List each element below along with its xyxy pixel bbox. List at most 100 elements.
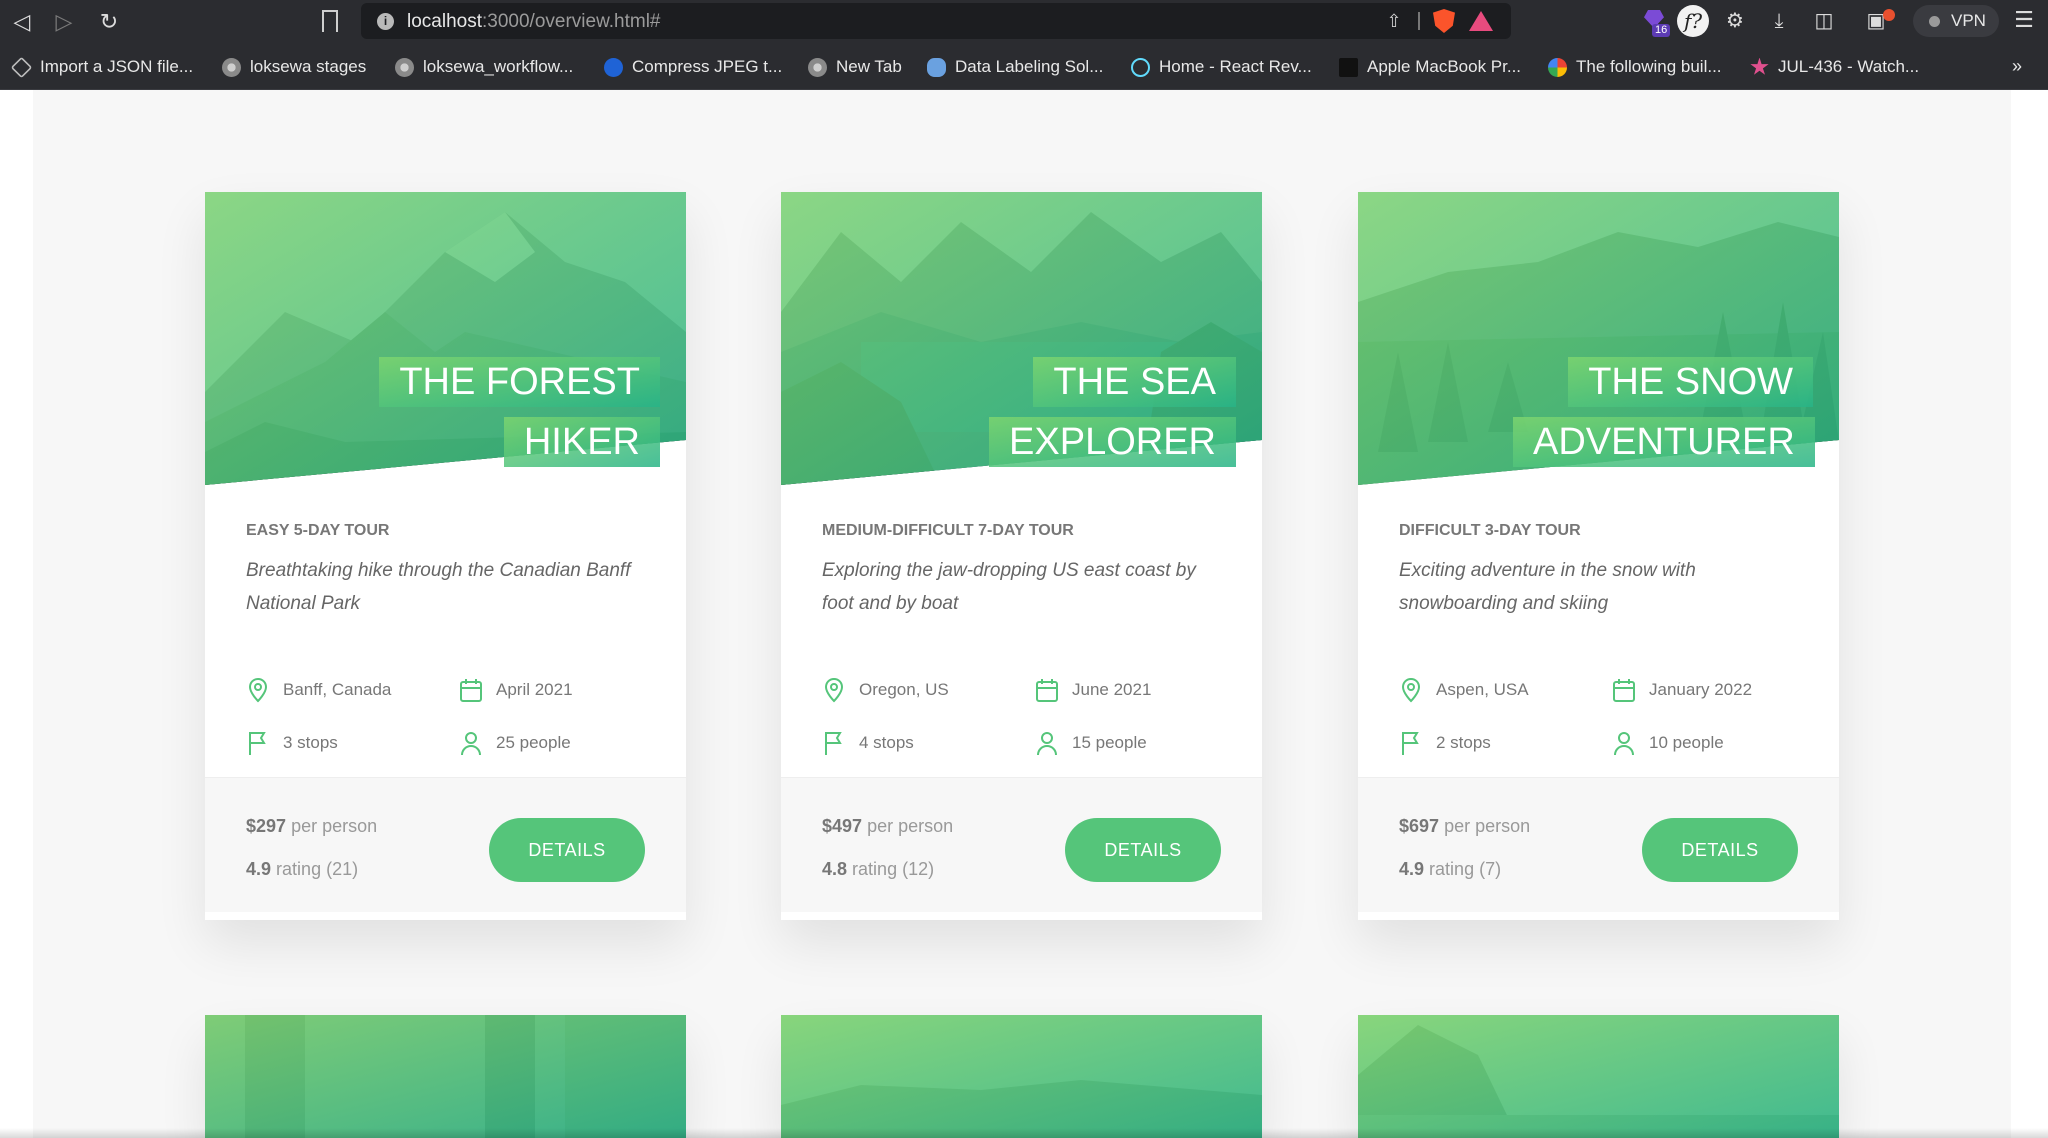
downloads-icon[interactable]: ⤓ — [1764, 6, 1794, 36]
tour-card-footer: $497 per person 4.8 rating (12) DETAILS — [781, 777, 1262, 912]
bookmarks-bar: Import a JSON file... loksewa stages lok… — [0, 44, 2048, 90]
page-margin — [2011, 90, 2048, 1138]
tour-date: January 2022 — [1612, 677, 1819, 703]
divider — [1418, 12, 1420, 30]
tour-date: April 2021 — [459, 677, 666, 703]
tour-location: Oregon, US — [822, 677, 1035, 703]
details-button[interactable]: DETAILS — [1065, 818, 1221, 882]
tour-subheading: EASY 5-DAY TOUR — [246, 522, 390, 539]
user-icon — [1614, 732, 1634, 756]
tour-price: $697 per person — [1399, 816, 1531, 836]
tour-info-grid: Banff, Canada April 2021 3 stops 25 peop… — [246, 677, 666, 756]
extension-formula-icon[interactable]: f? — [1677, 5, 1709, 37]
bookmark-item[interactable]: The following buil... — [1548, 44, 1722, 90]
reload-button[interactable]: ↻ — [95, 8, 123, 36]
details-button[interactable]: DETAILS — [489, 818, 645, 882]
flag-icon — [825, 732, 842, 755]
bookmark-page-icon[interactable] — [322, 10, 338, 32]
menu-icon[interactable]: ☰ — [2012, 8, 2036, 32]
bookmarks-overflow-button[interactable]: » — [2012, 56, 2022, 77]
calendar-icon — [1613, 679, 1635, 702]
tour-card: THE SEA EXPLORER MEDIUM-DIFFICULT 7-DAY T… — [781, 192, 1262, 920]
tour-card-details: EASY 5-DAY TOUR Breathtaking hike throug… — [246, 522, 646, 756]
details-button[interactable]: DETAILS — [1642, 818, 1798, 882]
bookmark-item[interactable]: Apple MacBook Pr... — [1339, 44, 1521, 90]
box-icon — [10, 56, 33, 78]
cloud-icon — [927, 57, 946, 77]
tour-rating: 4.9 rating (21) — [246, 859, 359, 879]
extensions-puzzle-icon[interactable]: ⚙ — [1720, 6, 1750, 36]
map-pin-icon — [1401, 677, 1421, 703]
vpn-status-icon — [1929, 16, 1940, 27]
notification-dot — [1883, 9, 1895, 21]
tour-rating: 4.8 rating (12) — [822, 859, 935, 879]
tour-stops: 2 stops — [1399, 730, 1612, 756]
jira-icon — [1750, 57, 1769, 75]
scroll-shadow — [0, 1128, 2048, 1138]
bookmark-item[interactable]: Home - React Rev... — [1131, 44, 1312, 90]
vpn-button[interactable]: VPN — [1913, 5, 1999, 37]
tour-description: Breathtaking hike through the Canadian B… — [246, 560, 631, 614]
google-icon — [1548, 57, 1567, 77]
tour-location: Aspen, USA — [1399, 677, 1612, 703]
tour-description: Exploring the jaw-dropping US east coast… — [822, 560, 1196, 614]
flag-icon — [249, 732, 266, 755]
tour-card-heading: THE SEA EXPLORER — [936, 352, 1236, 472]
sidebar-toggle-icon[interactable]: ◫ — [1809, 6, 1839, 36]
bookmark-item[interactable]: loksewa stages — [222, 44, 366, 90]
tour-location: Banff, Canada — [246, 677, 459, 703]
tour-price: $497 per person — [822, 816, 954, 836]
url-text[interactable]: localhost:3000/overview.html# — [407, 11, 661, 33]
site-info-icon[interactable]: i — [377, 13, 394, 30]
share-icon[interactable]: ⇧ — [1383, 10, 1405, 32]
react-icon — [1131, 57, 1150, 77]
calendar-icon — [460, 679, 482, 702]
tour-rating: 4.9 rating (7) — [1399, 859, 1502, 879]
tour-card-picture-peek — [781, 1015, 1262, 1138]
flag-icon — [1402, 732, 1419, 755]
tour-card: THE SNOW ADVENTURER DIFFICULT 3-DAY TOUR … — [1358, 192, 1839, 920]
tour-price: $297 per person — [246, 816, 378, 836]
bookmark-item[interactable]: Compress JPEG t... — [604, 44, 782, 90]
bookmark-item[interactable]: Import a JSON file... — [10, 44, 193, 90]
globe-icon — [395, 57, 414, 77]
tour-card-footer: $697 per person 4.9 rating (7) DETAILS — [1358, 777, 1839, 912]
brave-shields-icon[interactable] — [1433, 9, 1455, 33]
tour-card-heading: THE SNOW ADVENTURER — [1513, 352, 1815, 472]
store-icon — [1339, 57, 1358, 77]
tour-info-grid: Aspen, USA January 2022 2 stops 10 peopl… — [1399, 677, 1819, 756]
tour-stops: 4 stops — [822, 730, 1035, 756]
tour-group-size: 10 people — [1612, 730, 1819, 756]
back-button[interactable]: ◁ — [8, 8, 36, 36]
tour-card-picture-peek — [1358, 1015, 1839, 1138]
tour-card-heading: THE FOREST HIKER — [360, 352, 660, 472]
bookmark-item[interactable]: JUL-436 - Watch... — [1750, 44, 1919, 90]
globe-icon — [808, 57, 827, 77]
tour-card-details: MEDIUM-DIFFICULT 7-DAY TOUR Exploring th… — [822, 522, 1222, 756]
bookmark-item[interactable]: loksewa_workflow... — [395, 44, 573, 90]
tour-date: June 2021 — [1035, 677, 1242, 703]
tour-subheading: DIFFICULT 3-DAY TOUR — [1399, 522, 1581, 539]
bookmark-item[interactable]: Data Labeling Sol... — [927, 44, 1103, 90]
brave-rewards-icon[interactable] — [1469, 11, 1493, 31]
globe-icon — [222, 57, 241, 77]
bookmark-item[interactable]: New Tab — [808, 44, 902, 90]
forward-button[interactable]: ▷ — [50, 8, 78, 36]
compress-icon — [604, 57, 623, 77]
address-bar[interactable]: i localhost:3000/overview.html# ⇧ — [361, 3, 1511, 39]
tour-info-grid: Oregon, US June 2021 4 stops 15 people — [822, 677, 1242, 756]
tour-card-details: DIFFICULT 3-DAY TOUR Exciting adventure … — [1399, 522, 1799, 756]
tour-group-size: 25 people — [459, 730, 666, 756]
extension-gem-icon[interactable]: 16 — [1640, 6, 1671, 37]
tour-card: THE FOREST HIKER EASY 5-DAY TOUR Breathta… — [205, 192, 686, 920]
tour-subheading: MEDIUM-DIFFICULT 7-DAY TOUR — [822, 522, 1074, 539]
map-pin-icon — [824, 677, 844, 703]
tour-group-size: 15 people — [1035, 730, 1242, 756]
calendar-icon — [1036, 679, 1058, 702]
page-margin — [0, 90, 33, 1138]
user-icon — [1037, 732, 1057, 756]
tour-card-picture-peek — [205, 1015, 686, 1138]
browser-toolbar: ◁ ▷ ↻ i localhost:3000/overview.html# ⇧ … — [0, 0, 2048, 44]
tour-description: Exciting adventure in the snow with snow… — [1399, 560, 1696, 614]
map-pin-icon — [248, 677, 268, 703]
